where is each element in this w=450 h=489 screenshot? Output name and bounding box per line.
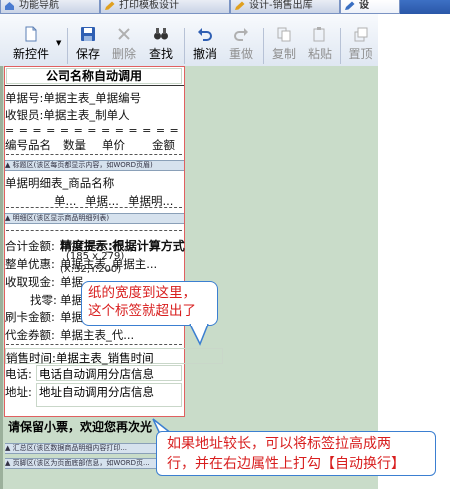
tab-strip: 功能导航 打印模板设计 设计-销售出库 设 (0, 0, 450, 14)
new-control-button[interactable]: 新控件 ▼ (4, 14, 61, 66)
chevron-down-icon[interactable]: ▼ (56, 39, 61, 47)
paste-button[interactable]: 粘贴 (302, 14, 338, 66)
tab-design-sales[interactable]: 设计-销售出库 (230, 0, 340, 14)
cash-received-label[interactable]: 收取现金: (5, 274, 55, 290)
voucher-amount-label[interactable]: 代金券额: (5, 327, 55, 343)
undo-label: 撤消 (192, 47, 217, 61)
voucher-amount-field[interactable]: 单据主表_代... (60, 327, 134, 343)
home-icon (4, 1, 15, 11)
column-header-code-name[interactable]: 编号品名 (5, 137, 51, 153)
toolbar-separator (184, 28, 185, 64)
bring-to-top-button[interactable]: 置顶 (343, 14, 378, 66)
new-document-icon (23, 26, 39, 42)
new-control-label: 新控件 (12, 47, 49, 61)
phone-field: 电话自动调用分店信息 (39, 367, 154, 381)
paste-icon (312, 26, 328, 42)
redo-label: 重做 (228, 47, 253, 61)
copy-button[interactable]: 复制 (266, 14, 302, 66)
dashed-line (6, 230, 182, 231)
dashed-line (6, 207, 182, 208)
dashed-line (6, 154, 182, 155)
title-label-box[interactable]: 公司名称自动调用 (6, 68, 182, 84)
footer-band[interactable]: ▲ 页脚区(该区为页面底部信息，如WORD页... (5, 458, 180, 469)
thanks-label[interactable]: 请保留小票，欢迎您再次光 (8, 418, 152, 435)
total-amount-label[interactable]: 合计金额: (5, 238, 55, 254)
undo-button[interactable]: 撤消 (187, 14, 223, 66)
find-label: 查找 (148, 47, 173, 61)
company-title: 公司名称自动调用 (45, 69, 142, 83)
tab-label: 打印模板设计 (119, 0, 179, 11)
canvas-left-border (0, 66, 3, 489)
pencil-icon (344, 1, 355, 11)
position-readout: (X:32,Y:200) (60, 264, 122, 275)
change-label[interactable]: 找零: (30, 292, 57, 308)
discount-label[interactable]: 整单优惠: (5, 256, 55, 272)
card-amount-label[interactable]: 刷卡金额: (5, 309, 55, 325)
dashed-line (6, 344, 182, 345)
tab-print-template[interactable]: 打印模板设计 (100, 0, 230, 14)
find-button[interactable]: 查找 (142, 14, 180, 66)
pencil-icon (234, 1, 245, 11)
callout-pointer (189, 324, 209, 346)
undo-icon (197, 26, 213, 42)
cashier-label[interactable]: 收银员:单据主表_制单人 (5, 107, 130, 123)
detail-band[interactable]: ▲ 明细区(该区显示商品明细列表) (5, 213, 184, 224)
sale-time-label: 销售时间:单据主表_销售时间 (6, 351, 154, 365)
address-field: 地址自动调用分店信息 (39, 385, 154, 399)
equals-separator[interactable]: = = = = = = = = = = = = = (5, 124, 179, 137)
tab-label: 功能导航 (19, 0, 59, 11)
bring-to-front-icon (353, 26, 369, 42)
callout-text-line1: 如果地址较长，可以将标签拉高成两 (167, 436, 391, 452)
redo-icon (233, 26, 249, 42)
tab-design-active[interactable]: 设 (340, 0, 400, 14)
column-header-price[interactable]: 单价 (102, 137, 125, 153)
binoculars-icon (153, 26, 169, 42)
column-header-amount[interactable]: 金额 (152, 137, 175, 153)
delete-label: 删除 (111, 47, 136, 61)
toolbar-separator (263, 28, 264, 64)
size-readout: (185 x 279) (66, 251, 125, 262)
address-wrap-callout: 如果地址较长，可以将标签拉高成两 行，并在右边属性上打勾【自动换行】 (156, 431, 436, 476)
callout-text-line2: 这个标签就超出了 (88, 303, 196, 319)
order-number-label[interactable]: 单据号:单据主表_单据编号 (5, 90, 141, 106)
delete-button[interactable]: 删除 (106, 14, 142, 66)
bring-to-top-label: 置顶 (348, 47, 373, 61)
callout-text-line2: 行，并在右边属性上打勾【自动换行】 (167, 456, 405, 472)
divider-line (5, 85, 184, 86)
copy-label: 复制 (271, 47, 296, 61)
tab-label: 设 (359, 0, 369, 11)
save-button[interactable]: 保存 (70, 14, 106, 66)
header-band[interactable]: ▲ 标题区(该区每页都显示内容，如WORD页眉) (5, 160, 184, 171)
toolbar-separator (67, 28, 68, 64)
detail-product-name[interactable]: 单据明细表_商品名称 (5, 175, 114, 191)
paste-label: 粘贴 (307, 47, 332, 61)
tab-label: 设计-销售出库 (249, 0, 313, 11)
save-label: 保存 (75, 47, 100, 61)
toolbar: 新控件 ▼ 保存 删除 查找 撤消 重做 复制 粘贴 置顶 (0, 14, 378, 67)
callout-text-line1: 纸的宽度到这里， (88, 285, 196, 301)
column-header-qty[interactable]: 数量 (63, 137, 86, 153)
toolbar-separator (340, 28, 341, 64)
sale-time-box[interactable]: 销售时间:单据主表_销售时间 (5, 348, 223, 365)
address-label[interactable]: 地址: (5, 384, 32, 400)
copy-icon (276, 26, 292, 42)
delete-icon (116, 26, 132, 42)
tab-function-nav[interactable]: 功能导航 (0, 0, 100, 14)
paper-width-callout: 纸的宽度到这里， 这个标签就超出了 (81, 281, 218, 326)
phone-label[interactable]: 电话: (5, 366, 32, 382)
phone-field-box[interactable]: 电话自动调用分店信息 (36, 365, 182, 381)
address-field-box[interactable]: 地址自动调用分店信息 (36, 383, 182, 407)
pencil-icon (104, 1, 115, 11)
redo-button[interactable]: 重做 (223, 14, 259, 66)
save-icon (80, 26, 96, 42)
